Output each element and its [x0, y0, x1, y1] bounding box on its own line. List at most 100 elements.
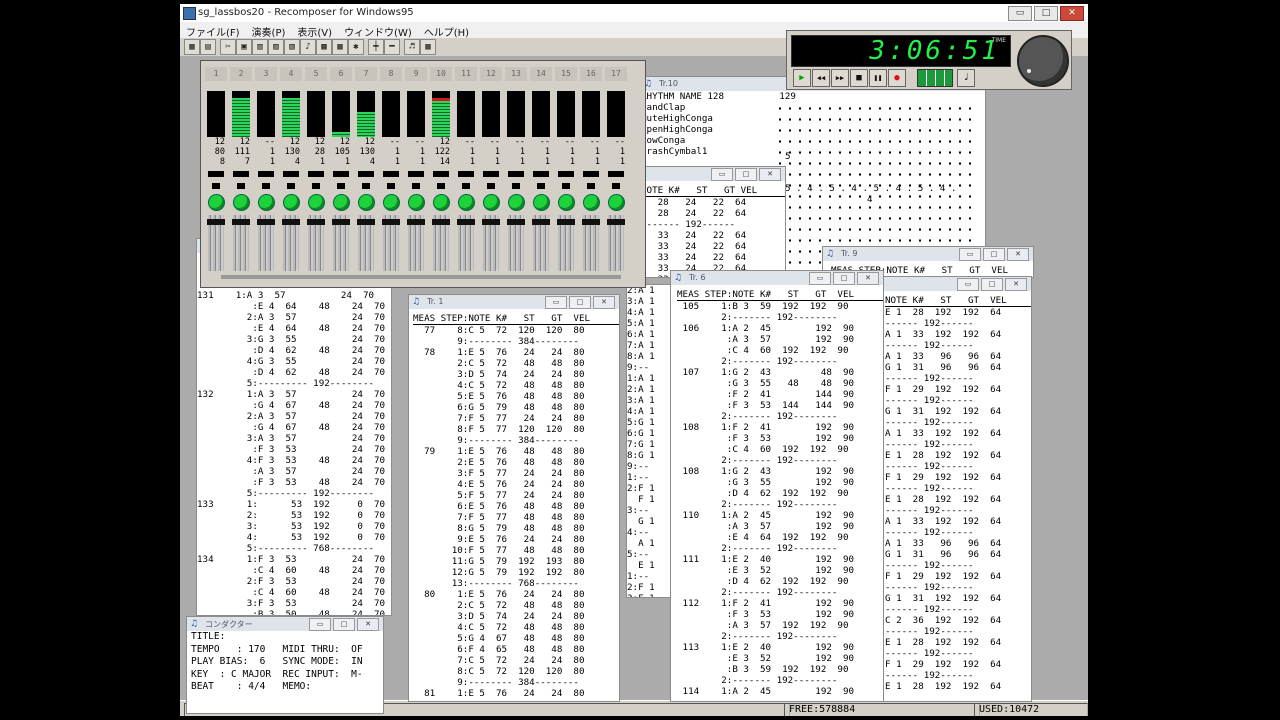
mixer-channel-strip[interactable]: 5 12 28 1	[305, 67, 327, 277]
mixer-channel-strip[interactable]: 16 -- 1 1	[580, 67, 602, 277]
solo-indicator[interactable]	[587, 183, 595, 189]
fader-handle[interactable]	[582, 219, 600, 225]
volume-fader[interactable]	[407, 215, 425, 271]
maximize-button[interactable]: □	[981, 278, 1003, 291]
play-button[interactable]: ▶	[793, 69, 811, 87]
mute-indicator[interactable]	[533, 171, 549, 177]
minimize-button[interactable]: ▭	[309, 618, 331, 631]
menu-file[interactable]: ファイル(F)	[180, 22, 246, 39]
mute-indicator[interactable]	[508, 171, 524, 177]
paste-icon[interactable]: ▥	[252, 39, 268, 55]
mixer-channel-strip[interactable]: 12 -- 1 1	[480, 67, 502, 277]
pan-knob[interactable]	[283, 194, 300, 211]
track-bg-event-list[interactable]: 5:--------- 192-------- 131 1:A 3 57 24 …	[197, 279, 391, 615]
volume-fader[interactable]	[207, 215, 225, 271]
solo-indicator[interactable]	[262, 183, 270, 189]
menu-play[interactable]: 演奏(P)	[246, 22, 292, 39]
pan-knob[interactable]	[508, 194, 525, 211]
minimize-button[interactable]: ▭	[959, 248, 981, 261]
maximize-button[interactable]: □	[983, 248, 1005, 261]
mixer-channel-strip[interactable]: 10 12 122 14	[430, 67, 452, 277]
remove-icon[interactable]: ━	[384, 39, 400, 55]
volume-fader[interactable]	[307, 215, 325, 271]
track-window-mid[interactable]: 2:A 1 3:A 1 4:A 1 5:A 1 6:A 1 7:A 1 8:A …	[626, 284, 676, 598]
new-file-icon[interactable]: ▦	[184, 39, 200, 55]
mixer-channel-strip[interactable]: 6 12 105 1	[330, 67, 352, 277]
volume-fader[interactable]	[582, 215, 600, 271]
fader-handle[interactable]	[282, 219, 300, 225]
track1-event-list[interactable]: MEAS STEP:NOTE K# ST GT VEL 77 8:C 5 72 …	[413, 313, 619, 701]
mute-indicator[interactable]	[333, 171, 349, 177]
rhythm-icon[interactable]: ▩	[316, 39, 332, 55]
minimize-button[interactable]: ▭	[545, 296, 567, 309]
volume-fader[interactable]	[257, 215, 275, 271]
pan-knob[interactable]	[383, 194, 400, 211]
mixer-panel[interactable]: 1 12 80 8 2 12 111 7 3 -- 1 1 4 12 130 4 5 12 28 1 6 12 105 1 7 1…	[200, 60, 646, 288]
pan-knob[interactable]	[483, 194, 500, 211]
minimize-button[interactable]: ▭	[1008, 6, 1032, 21]
copy-icon[interactable]: ▣	[236, 39, 252, 55]
solo-indicator[interactable]	[487, 183, 495, 189]
track6-window[interactable]: ♫ Tr. 6 ▭ □ ✕ MEAS STEP:NOTE K# ST GT VE…	[670, 270, 884, 702]
mute-indicator[interactable]	[383, 171, 399, 177]
track6-event-list[interactable]: MEAS STEP:NOTE K# ST GT VEL 105 1:B 3 59…	[677, 289, 883, 701]
solo-indicator[interactable]	[512, 183, 520, 189]
cut-icon[interactable]: ✂	[220, 39, 236, 55]
pan-knob[interactable]	[408, 194, 425, 211]
mixer-channel-strip[interactable]: 13 -- 1 1	[505, 67, 527, 277]
fader-handle[interactable]	[532, 219, 550, 225]
mixer-channel-strip[interactable]: 4 12 130 4	[280, 67, 302, 277]
maximize-button[interactable]: □	[735, 168, 757, 181]
track9-window[interactable]: ▭ □ ✕ NOTE K# ST GT VEL E 1 28 192 192 6…	[880, 276, 1032, 702]
solo-indicator[interactable]	[337, 183, 345, 189]
fader-handle[interactable]	[382, 219, 400, 225]
track-window-bg[interactable]: ♫ 5:--------- 192-------- 131 1:A 3 57 2…	[196, 238, 392, 616]
fader-handle[interactable]	[607, 219, 625, 225]
solo-indicator[interactable]	[612, 183, 620, 189]
mixer-channel-strip[interactable]: 8 -- 1 1	[380, 67, 402, 277]
pan-knob[interactable]	[333, 194, 350, 211]
metronome-grid-icon[interactable]	[917, 69, 953, 87]
pan-knob[interactable]	[458, 194, 475, 211]
pan-knob[interactable]	[583, 194, 600, 211]
maximize-button[interactable]: □	[569, 296, 591, 309]
maximize-button[interactable]: □	[333, 618, 355, 631]
solo-indicator[interactable]	[387, 183, 395, 189]
pan-knob[interactable]	[208, 194, 225, 211]
conductor-window[interactable]: ♫ コンダクター ▭ □ ✕ TITLE: TEMPO : 170 MIDI T…	[186, 616, 384, 714]
pan-knob[interactable]	[608, 194, 625, 211]
volume-fader[interactable]	[557, 215, 575, 271]
marker-icon[interactable]: ✱	[348, 39, 364, 55]
solo-indicator[interactable]	[412, 183, 420, 189]
fader-handle[interactable]	[482, 219, 500, 225]
note-icon[interactable]: ♩	[957, 69, 975, 87]
menu-help[interactable]: ヘルプ(H)	[418, 22, 475, 39]
pause-button[interactable]: ❚❚	[869, 69, 887, 87]
close-button[interactable]: ✕	[857, 272, 879, 285]
fader-handle[interactable]	[432, 219, 450, 225]
solo-indicator[interactable]	[462, 183, 470, 189]
volume-fader[interactable]	[607, 215, 625, 271]
fader-handle[interactable]	[457, 219, 475, 225]
fader-handle[interactable]	[232, 219, 250, 225]
volume-fader[interactable]	[382, 215, 400, 271]
solo-indicator[interactable]	[287, 183, 295, 189]
mute-indicator[interactable]	[233, 171, 249, 177]
track-icon[interactable]: ▧	[284, 39, 300, 55]
mute-indicator[interactable]	[408, 171, 424, 177]
fader-handle[interactable]	[507, 219, 525, 225]
close-button[interactable]: ✕	[593, 296, 615, 309]
maximize-button[interactable]: □	[1034, 6, 1058, 21]
insert-icon[interactable]: ┿	[368, 39, 384, 55]
volume-fader[interactable]	[457, 215, 475, 271]
volume-fader[interactable]	[332, 215, 350, 271]
mute-indicator[interactable]	[258, 171, 274, 177]
delete-icon[interactable]: ▨	[268, 39, 284, 55]
minimize-button[interactable]: ▭	[957, 278, 979, 291]
track9-event-list[interactable]: NOTE K# ST GT VEL E 1 28 192 192 64 ----…	[885, 295, 1031, 701]
mid-event-list[interactable]: 2:A 1 3:A 1 4:A 1 5:A 1 6:A 1 7:A 1 8:A …	[627, 285, 675, 597]
pan-knob[interactable]	[433, 194, 450, 211]
fader-handle[interactable]	[332, 219, 350, 225]
mute-indicator[interactable]	[208, 171, 224, 177]
fader-handle[interactable]	[257, 219, 275, 225]
